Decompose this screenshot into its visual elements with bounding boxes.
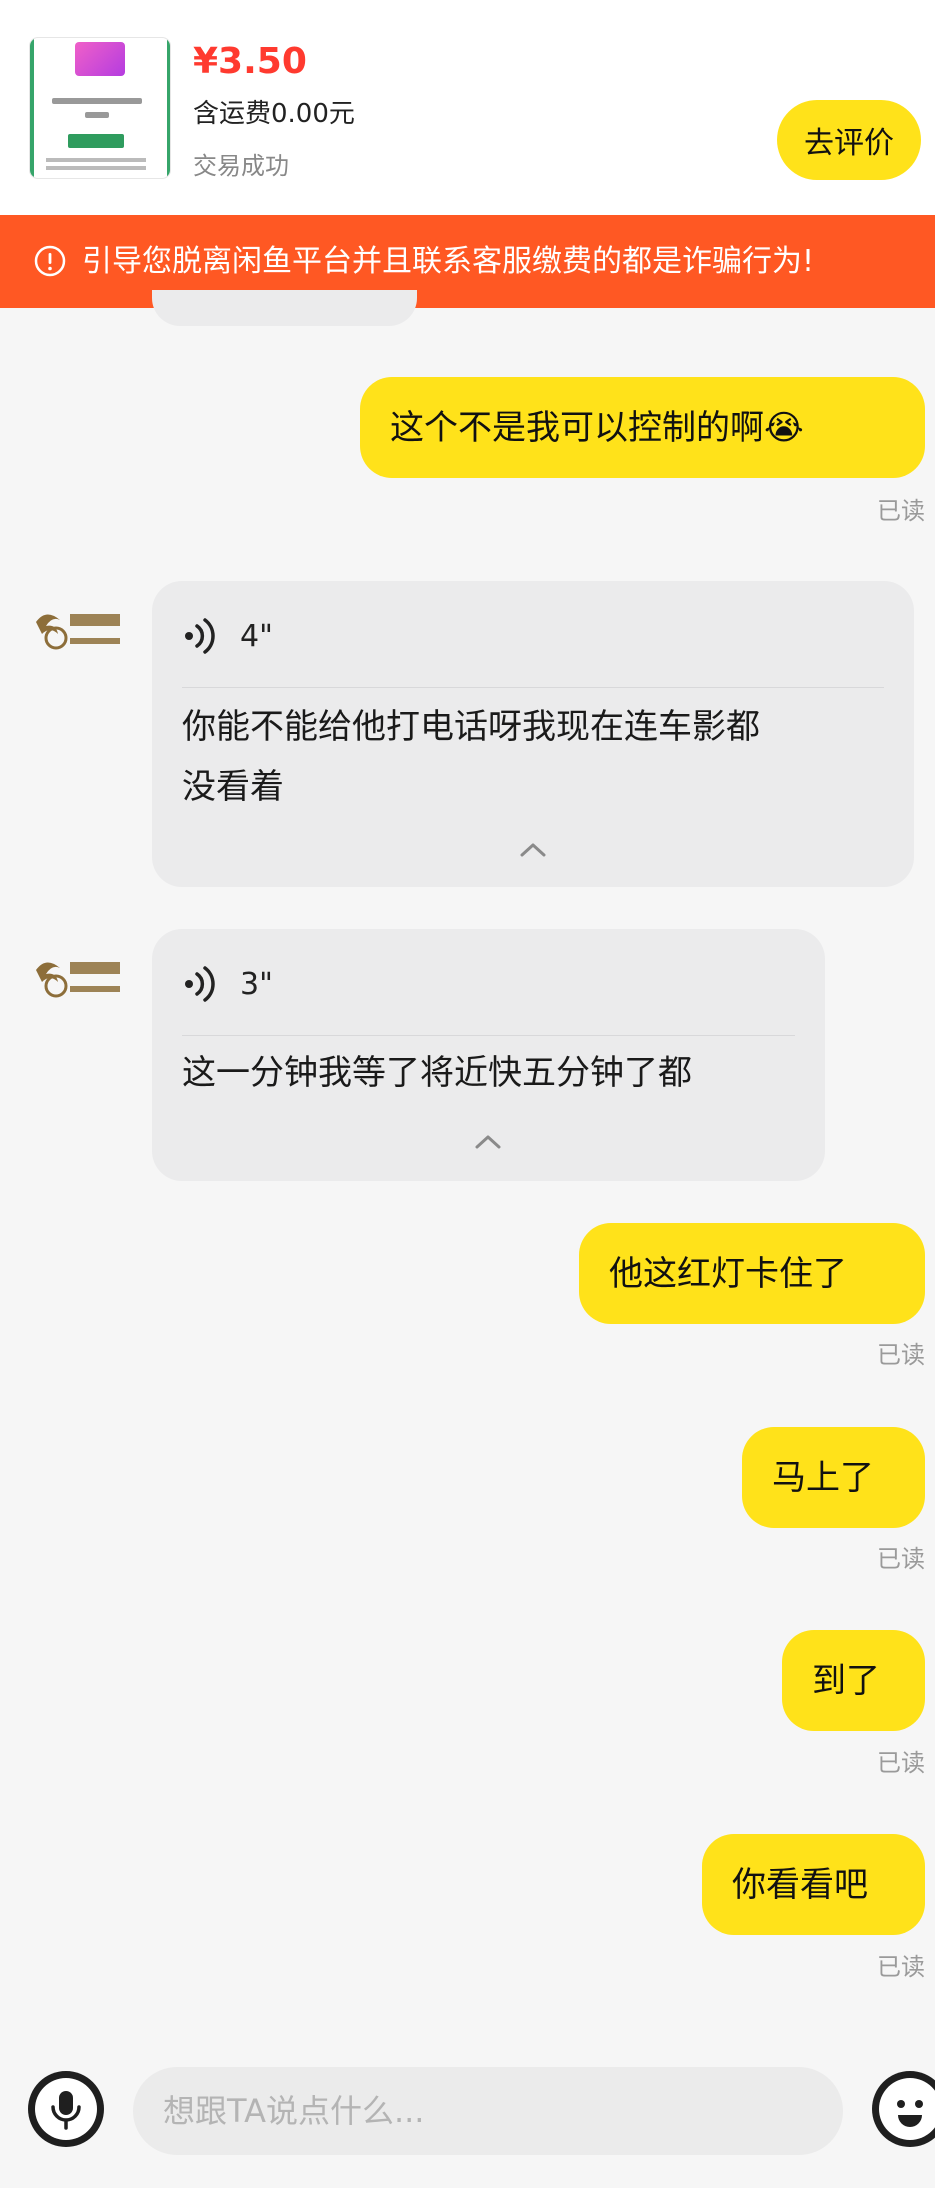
exclamation-circle-icon <box>34 245 66 277</box>
chevron-up-icon[interactable] <box>519 842 547 858</box>
voice-duration: 4" <box>240 618 273 654</box>
outgoing-message[interactable]: 他这红灯卡住了 <box>579 1223 925 1324</box>
incoming-voice-message[interactable]: 4" 你能不能给他打电话呀我现在连车影都 没看着 <box>152 581 914 887</box>
message-text: 马上了 <box>772 1457 874 1498</box>
gift-card-image <box>75 42 125 76</box>
sound-wave-icon <box>185 618 215 654</box>
order-status: 交易成功 <box>193 152 289 180</box>
product-thumbnail[interactable] <box>30 38 170 178</box>
voice-duration: 3" <box>240 966 273 1002</box>
divider <box>182 687 884 688</box>
incoming-voice-message[interactable]: 3" 这一分钟我等了将近快五分钟了都 <box>152 929 825 1181</box>
smiley-icon <box>879 2078 935 2140</box>
read-receipt: 已读 <box>877 1953 925 1981</box>
emoji-button[interactable] <box>872 2071 935 2147</box>
outgoing-message[interactable]: 你看看吧 <box>702 1834 925 1935</box>
read-receipt: 已读 <box>877 1341 925 1369</box>
product-header: ¥3.50 含运费0.00元 交易成功 去评价 <box>0 0 935 215</box>
message-text: 他这红灯卡住了 <box>609 1253 847 1294</box>
microphone-icon <box>35 2078 97 2140</box>
voice-transcript: 你能不能给他打电话呀我现在连车影都 没看着 <box>182 707 760 807</box>
seller-avatar[interactable] <box>30 948 126 1008</box>
voice-transcript: 这一分钟我等了将近快五分钟了都 <box>182 1053 692 1093</box>
product-price: ¥3.50 <box>193 41 307 82</box>
message-input[interactable] <box>133 2067 843 2155</box>
previous-message-bubble <box>152 290 417 326</box>
outgoing-message[interactable]: 到了 <box>782 1630 925 1731</box>
fraud-warning-banner: 引导您脱离闲鱼平台并且联系客服缴费的都是诈骗行为! <box>0 215 935 308</box>
sound-wave-icon <box>185 966 215 1002</box>
message-text: 这个不是我可以控制的啊😭 <box>390 407 804 448</box>
chevron-up-icon[interactable] <box>474 1134 502 1150</box>
seller-avatar[interactable] <box>30 600 126 660</box>
message-text: 你看看吧 <box>732 1864 868 1905</box>
outgoing-message[interactable]: 这个不是我可以控制的啊😭 <box>360 377 925 478</box>
outgoing-message[interactable]: 马上了 <box>742 1427 925 1528</box>
read-receipt: 已读 <box>877 497 925 525</box>
divider <box>182 1035 795 1036</box>
read-receipt: 已读 <box>877 1749 925 1777</box>
voice-input-button[interactable] <box>28 2071 104 2147</box>
shipping-fee: 含运费0.00元 <box>193 99 355 129</box>
review-button[interactable]: 去评价 <box>777 100 921 180</box>
message-text: 到了 <box>812 1660 880 1701</box>
read-receipt: 已读 <box>877 1545 925 1573</box>
